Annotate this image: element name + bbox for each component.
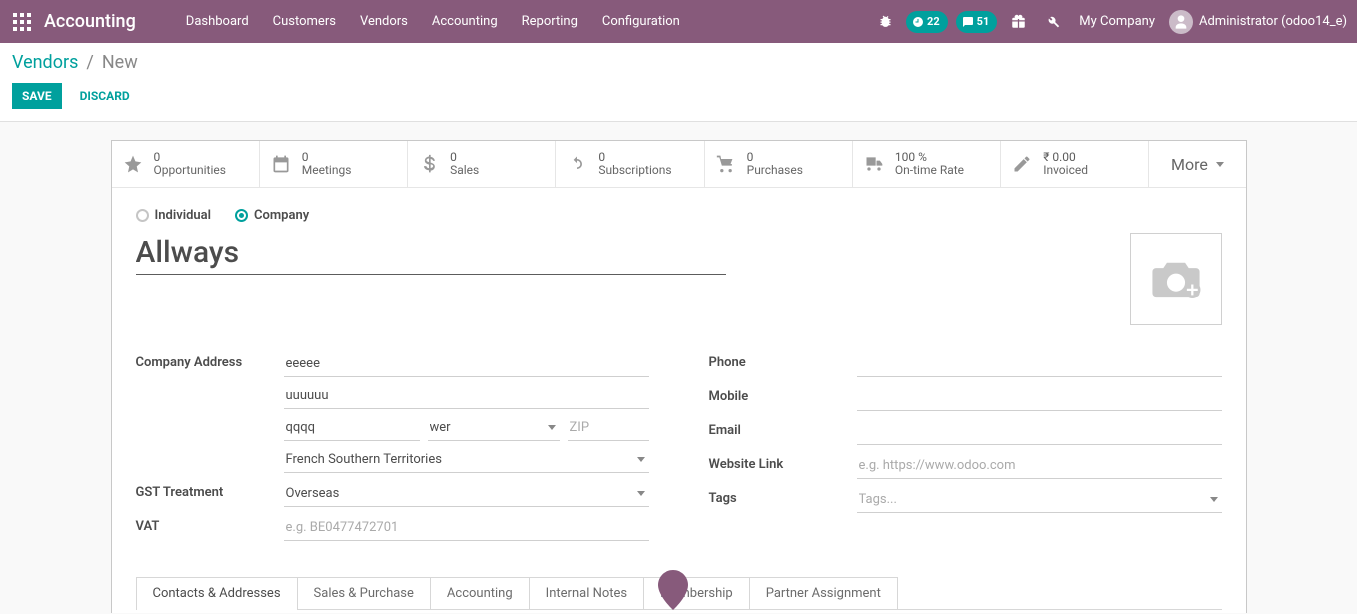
email-input[interactable] [857, 419, 1222, 445]
tab-sales-purchase[interactable]: Sales & Purchase [297, 577, 431, 609]
breadcrumb-current: New [102, 52, 138, 73]
image-upload[interactable] [1130, 233, 1222, 325]
breadcrumb-sep: / [86, 52, 93, 73]
refresh-icon [567, 154, 587, 174]
breadcrumb: Vendors / New [12, 52, 1341, 73]
street-input[interactable] [284, 351, 649, 377]
content-scroll[interactable]: 0Opportunities 0Meetings 0Sales 0Subscri… [0, 128, 1357, 613]
nav: Dashboard Customers Vendors Accounting R… [176, 8, 690, 35]
country-input[interactable] [284, 447, 649, 473]
action-buttons: SAVE DISCARD [12, 83, 1341, 109]
grid-icon [13, 13, 31, 31]
save-button[interactable]: SAVE [12, 83, 62, 109]
app-name[interactable]: Accounting [44, 11, 136, 32]
gst-input[interactable] [284, 481, 649, 507]
nav-customers[interactable]: Customers [263, 8, 346, 35]
website-input[interactable] [857, 453, 1222, 479]
label-website: Website Link [709, 453, 857, 472]
tab-internal-notes[interactable]: Internal Notes [529, 577, 644, 609]
company-name[interactable]: My Company [1079, 14, 1155, 29]
chat-count: 51 [977, 15, 990, 28]
label-tags: Tags [709, 487, 857, 506]
tools-icon[interactable] [1039, 9, 1065, 35]
chat-badge[interactable]: 51 [956, 11, 998, 33]
tab-partner-assignment[interactable]: Partner Assignment [749, 577, 898, 609]
radio-icon [235, 209, 248, 222]
company-type: Individual Company [136, 208, 1222, 223]
clock-icon [912, 16, 924, 28]
stat-sales[interactable]: 0Sales [408, 141, 556, 187]
dollar-icon [419, 154, 439, 174]
phone-input[interactable] [857, 351, 1222, 377]
map-marker-icon[interactable] [658, 570, 688, 610]
chat-icon [962, 16, 974, 28]
truck-icon [864, 154, 884, 174]
radio-icon [136, 209, 149, 222]
user-name: Administrator (odoo14_e) [1199, 14, 1347, 29]
edit-icon [1012, 154, 1032, 174]
label-mobile: Mobile [709, 385, 857, 404]
timer-count: 22 [927, 15, 940, 28]
right-column: Phone Mobile Email Website Link Tags [709, 351, 1222, 549]
nav-dashboard[interactable]: Dashboard [176, 8, 259, 35]
tab-contacts[interactable]: Contacts & Addresses [136, 577, 298, 609]
street2-input[interactable] [284, 383, 649, 409]
label-company-address: Company Address [136, 351, 284, 370]
bug-icon[interactable] [872, 9, 898, 35]
stat-more[interactable]: More [1149, 141, 1245, 187]
stat-invoiced[interactable]: ₹ 0.00Invoiced [1001, 141, 1149, 187]
tags-input[interactable] [857, 487, 1222, 513]
left-column: Company Address [136, 351, 649, 549]
label-gst: GST Treatment [136, 481, 284, 500]
stat-meetings[interactable]: 0Meetings [260, 141, 408, 187]
cart-icon [716, 154, 736, 174]
city-input[interactable] [284, 415, 420, 441]
nav-vendors[interactable]: Vendors [350, 8, 418, 35]
radio-individual[interactable]: Individual [136, 208, 212, 223]
tab-accounting[interactable]: Accounting [430, 577, 530, 609]
label-vat: VAT [136, 515, 284, 534]
zip-input[interactable] [568, 415, 649, 441]
topbar-right: 22 51 My Company Administrator (odoo14_e… [872, 9, 1347, 35]
label-phone: Phone [709, 351, 857, 370]
topbar: Accounting Dashboard Customers Vendors A… [0, 0, 1357, 43]
apps-menu-icon[interactable] [6, 6, 38, 38]
camera-plus-icon [1147, 256, 1205, 302]
vat-input[interactable] [284, 515, 649, 541]
timer-badge[interactable]: 22 [906, 11, 948, 33]
stat-purchases[interactable]: 0Purchases [705, 141, 853, 187]
mobile-input[interactable] [857, 385, 1222, 411]
control-panel: Vendors / New SAVE DISCARD [0, 43, 1357, 122]
nav-configuration[interactable]: Configuration [592, 8, 690, 35]
nav-reporting[interactable]: Reporting [512, 8, 588, 35]
radio-company[interactable]: Company [235, 208, 309, 223]
form-sheet: 0Opportunities 0Meetings 0Sales 0Subscri… [111, 140, 1247, 613]
breadcrumb-root[interactable]: Vendors [12, 52, 78, 73]
calendar-icon [271, 154, 291, 174]
label-email: Email [709, 419, 857, 438]
name-input[interactable] [136, 233, 726, 275]
user-menu[interactable]: Administrator (odoo14_e) [1169, 10, 1347, 34]
avatar-icon [1169, 10, 1193, 34]
stat-buttons: 0Opportunities 0Meetings 0Sales 0Subscri… [112, 141, 1246, 188]
nav-accounting[interactable]: Accounting [422, 8, 508, 35]
stat-opportunities[interactable]: 0Opportunities [112, 141, 260, 187]
chevron-down-icon [1216, 162, 1224, 167]
discard-button[interactable]: DISCARD [80, 89, 130, 103]
stat-subscriptions[interactable]: 0Subscriptions [556, 141, 704, 187]
stat-ontime[interactable]: 100 %On-time Rate [853, 141, 1001, 187]
star-icon [123, 154, 143, 174]
state-input[interactable] [428, 415, 560, 441]
gift-icon[interactable] [1005, 9, 1031, 35]
